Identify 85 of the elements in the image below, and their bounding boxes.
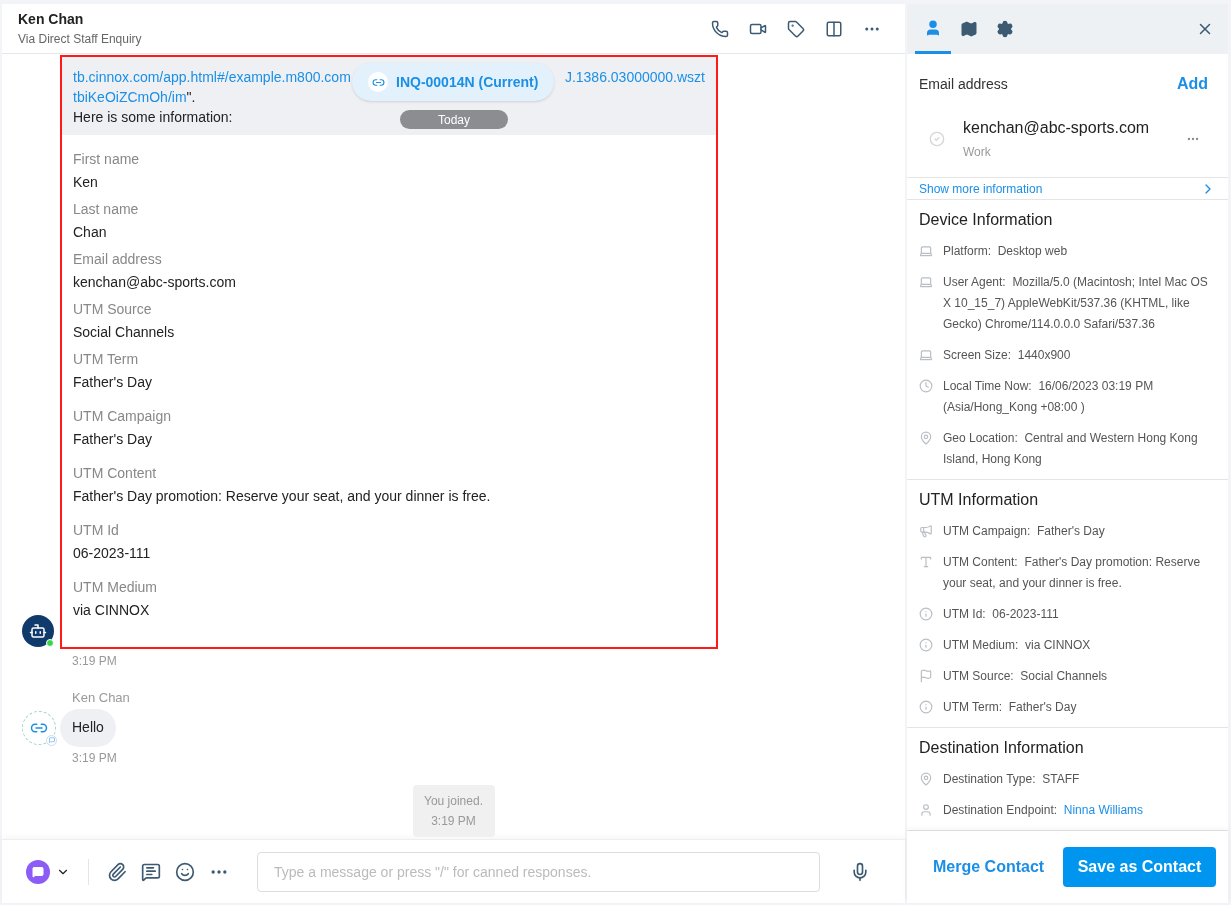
save-contact-button[interactable]: Save as Contact [1063, 847, 1216, 887]
info-text: UTM Campaign: Father's Day [943, 523, 1106, 540]
microphone-icon[interactable] [850, 861, 870, 882]
message-intro: Here is some information: [73, 108, 233, 127]
email-type: Work [963, 144, 992, 161]
inquiry-pill[interactable]: INQ-00014N (Current) [352, 63, 555, 101]
laptop-icon [919, 275, 933, 289]
info-text: UTM Term: Father's Day [943, 699, 1078, 716]
endpoint-link[interactable]: Ninna Williams [1063, 803, 1144, 817]
link-icon [368, 72, 388, 92]
section-heading: UTM Information [919, 490, 1040, 510]
inquiry-label: INQ-00014N (Current) [396, 72, 539, 92]
field-value: Ken [73, 173, 99, 192]
field-label: UTM Id [73, 521, 120, 540]
text-icon [919, 555, 933, 569]
flag-icon [919, 669, 933, 683]
message-link[interactable]: tb.cinnox.com/app.html#/example.m800.com [73, 67, 351, 87]
section-heading: Device Information [919, 210, 1054, 230]
info-icon [919, 607, 933, 621]
message-link[interactable]: J.1386.03000000.wszt [564, 67, 705, 87]
link-quote: ". [186, 88, 196, 107]
field-label: Email address [73, 250, 163, 269]
pin-icon [919, 772, 933, 786]
field-label: UTM Source [73, 300, 153, 319]
info-text: User Agent: Mozilla/5.0 (Macintosh; Intel Mac OS X 10_15_7) AppleWebKit/537.36 (KHTML, like Gecko) Chrome/114.0.0.0 Safari/537.36 [943, 274, 1209, 333]
field-label: Last name [73, 200, 140, 219]
canned-response-icon[interactable] [141, 861, 161, 882]
message-time: 3:19 PM [72, 653, 118, 670]
sender-name: Ken Chan [72, 689, 131, 707]
field-value: kenchan@abc-sports.com [73, 273, 237, 292]
field-value: Father's Day [73, 430, 153, 449]
channel-selector[interactable] [26, 859, 70, 884]
message-link[interactable]: tbiKeOiZCmOh/im [73, 87, 187, 107]
message-bubble: Hello [60, 708, 116, 747]
emoji-icon[interactable] [175, 861, 195, 882]
field-label: UTM Campaign [73, 407, 173, 426]
field-value: Chan [73, 223, 108, 242]
message-time: 3:19 PM [72, 749, 118, 767]
note-text: You joined. [424, 792, 483, 810]
field-label: UTM Medium [73, 578, 158, 597]
email-value: kenchan@abc-sports.com [963, 118, 1151, 138]
note-time: 3:19 PM [431, 812, 476, 830]
info-text: UTM Source: Social Channels [943, 668, 1109, 685]
megaphone-icon [919, 524, 933, 538]
attach-icon[interactable] [107, 861, 127, 882]
field-value: Social Channels [73, 323, 176, 342]
info-text: Destination Endpoint: Ninna Williams [943, 802, 1145, 819]
panel-icon[interactable] [825, 19, 843, 38]
section-heading: Destination Information [919, 738, 1085, 758]
chat-badge-icon [46, 734, 57, 746]
field-label: First name [73, 150, 141, 169]
contact-name: Ken Chan [18, 10, 85, 29]
info-text: Destination Type: STAFF [943, 771, 1081, 788]
field-value: via CINNOX [73, 601, 151, 620]
date-pill: Today [400, 110, 508, 129]
info-text: Local Time Now: 16/06/2023 03:19 PM (Asia/Hong_Kong +08:00 ) [943, 378, 1155, 416]
message-input[interactable]: Type a message or press "/" for canned responses. [257, 851, 820, 892]
info-text: UTM Medium: via CINNOX [943, 637, 1092, 654]
robot-icon [29, 622, 47, 640]
field-label: UTM Term [73, 350, 140, 369]
pin-icon [919, 431, 933, 445]
info-text: Geo Location: Central and Western Hong Kong Island, Hong Kong [943, 430, 1199, 468]
add-button[interactable]: Add [1176, 72, 1208, 96]
contact-subtitle: Via Direct Staff Enquiry [18, 31, 143, 48]
chat-channel-icon [26, 859, 50, 884]
section-label: Email address [919, 74, 1008, 94]
show-more-link[interactable]: Show more information [907, 178, 1228, 200]
field-value: Father's Day promotion: Reserve your seat, and your dinner is free. [73, 487, 492, 506]
laptop-icon [919, 244, 933, 258]
field-label: UTM Content [73, 464, 158, 483]
info-text: Platform: Desktop web [943, 243, 1069, 260]
info-text: UTM Content: Father's Day promotion: Reserve your seat, and your dinner is free. [943, 554, 1202, 592]
clock-icon [919, 379, 933, 393]
info-icon [919, 638, 933, 652]
field-value: Father's Day [73, 373, 153, 392]
user-icon [919, 803, 933, 817]
tag-icon[interactable] [787, 19, 805, 38]
info-icon [919, 700, 933, 714]
merge-contact-button[interactable]: Merge Contact [919, 855, 1059, 879]
phone-icon[interactable] [711, 19, 729, 38]
info-text: UTM Id: 06-2023-111 [943, 606, 1060, 623]
info-text: Screen Size: 1440x900 [943, 347, 1072, 364]
info-value: STAFF [1042, 772, 1080, 786]
field-value: 06-2023-111 [73, 544, 152, 563]
laptop-icon [919, 348, 933, 362]
